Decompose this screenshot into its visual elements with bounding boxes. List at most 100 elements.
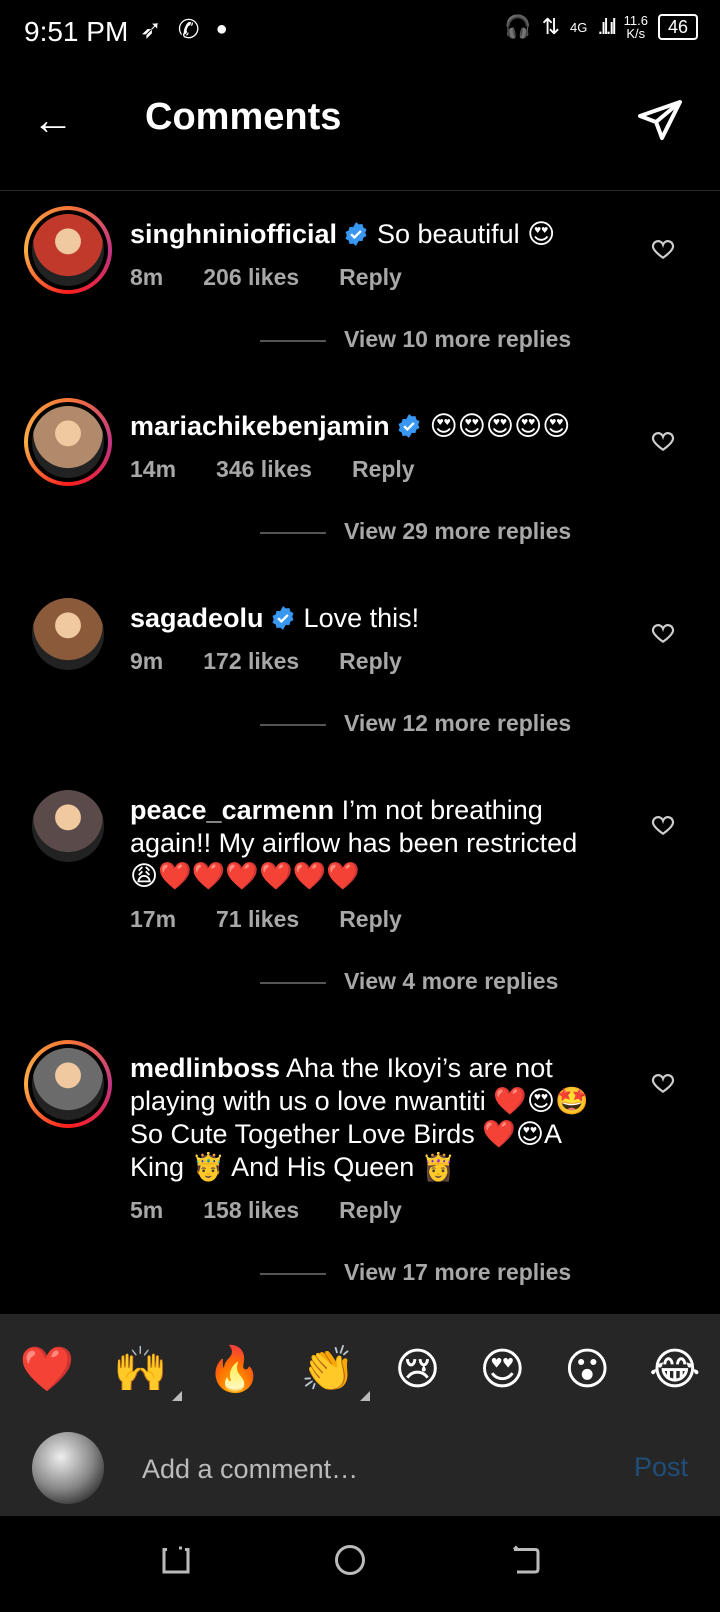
dot-icon: ● [215,18,228,40]
comment-meta: 17m 71 likes Reply [130,903,610,936]
avatar[interactable] [24,1040,112,1128]
comment-body: 😍😍😍😍😍 [429,411,571,441]
emoji-reaction[interactable]: 🙌 [113,1343,183,1401]
emoji-reaction[interactable]: 😍 [479,1344,525,1395]
comment-time: 8m [130,264,164,290]
replies-divider [260,724,326,726]
emoji-reaction[interactable]: 👏 [301,1343,370,1401]
replies-divider [260,532,326,534]
like-heart-icon[interactable] [650,1070,676,1096]
data-arrows-icon: ⇅ [541,14,561,39]
system-nav-bar [0,1516,720,1612]
comment-text: mariachikebenjamin 😍😍😍😍😍 14m 346 likes Re… [130,384,720,486]
avatar-image [32,1048,104,1120]
view-more-replies[interactable]: View 10 more replies [130,324,720,384]
comment-likes[interactable]: 71 likes [216,903,299,936]
emoji-reaction[interactable]: 🔥 [207,1343,262,1395]
comment-item: mariachikebenjamin 😍😍😍😍😍 14m 346 likes Re… [0,384,720,576]
view-more-replies[interactable]: View 17 more replies [130,1257,720,1314]
reply-button[interactable]: Reply [339,903,402,936]
comment-input[interactable] [140,1446,584,1492]
comment-time: 17m [130,906,177,932]
comment-meta: 14m 346 likes Reply [130,453,610,486]
verified-badge-icon [272,606,294,630]
avatar[interactable] [24,398,112,486]
comment-meta: 8m 206 likes Reply [130,261,610,294]
comment-item: sagadeolu Love this! 9m 172 likes Reply V… [0,576,720,768]
view-more-replies[interactable]: View 4 more replies [130,966,720,1026]
recents-icon[interactable] [158,1542,194,1578]
like-heart-icon[interactable] [650,812,676,838]
verified-badge-icon [398,414,420,438]
network-speed: 11.6 K/s [623,13,648,41]
comments-list: singhniniofficial So beautiful 😍 8m 206 l… [0,192,720,1314]
reply-button[interactable]: Reply [352,453,415,486]
replies-divider [260,340,326,342]
comment-likes[interactable]: 206 likes [203,261,299,294]
avatar-image [32,406,104,478]
comment-likes[interactable]: 158 likes [203,1194,299,1227]
comment-time: 9m [130,648,164,674]
view-more-replies-label[interactable]: View 29 more replies [344,518,571,545]
battery-indicator: 46 [657,14,698,40]
home-icon[interactable] [332,1542,368,1578]
view-more-replies-label[interactable]: View 10 more replies [344,326,571,353]
comment-username[interactable]: singhniniofficial [130,219,337,249]
avatar[interactable] [32,790,104,862]
view-more-replies-label[interactable]: View 17 more replies [344,1259,571,1286]
reply-button[interactable]: Reply [339,1194,402,1227]
comment-composer: Post [0,1424,720,1516]
page-title: Comments [145,96,342,138]
reply-button[interactable]: Reply [339,645,402,678]
network-type: 4G [570,19,588,35]
avatar[interactable] [24,206,112,294]
avatar-image [32,598,104,670]
emoji-reaction-bar: ❤️ 🙌 🔥 👏 😢 😍 😮 😂 [0,1314,720,1424]
back-nav-icon[interactable] [508,1542,544,1578]
headphones-icon: 🎧 [504,14,532,39]
post-button[interactable]: Post [634,1452,688,1483]
comment-meta: 5m 158 likes Reply [130,1194,610,1227]
comment-username[interactable]: sagadeolu [130,603,264,633]
status-time: 9:51 PM [24,16,129,47]
comment-likes[interactable]: 172 likes [203,645,299,678]
comment-time: 14m [130,456,177,482]
replies-divider [260,982,326,984]
verified-badge-icon [345,222,367,246]
comment-username[interactable]: peace_carmenn [130,795,334,825]
skin-tone-indicator [359,1391,370,1401]
comment-likes[interactable]: 346 likes [216,453,312,486]
comment-text: sagadeolu Love this! 9m 172 likes Reply [130,576,720,678]
comment-body: So beautiful 😍 [377,219,556,249]
back-arrow-icon[interactable]: ← [32,96,74,144]
avatar[interactable] [32,598,104,670]
comment-text: peace_carmenn I’m not breathing again!! … [130,768,720,936]
comment-text: singhniniofficial So beautiful 😍 8m 206 l… [130,192,720,294]
like-heart-icon[interactable] [650,236,676,262]
app-notification-icon: ➶ [140,14,162,44]
comment-item: peace_carmenn I’m not breathing again!! … [0,768,720,1026]
like-heart-icon[interactable] [650,620,676,646]
emoji-reaction[interactable]: 😮 [564,1344,610,1395]
view-more-replies-label[interactable]: View 4 more replies [344,968,558,995]
emoji-reaction[interactable]: ❤️ [19,1343,74,1395]
comment-item: medlinboss Aha the Ikoyi’s are not playi… [0,1026,720,1314]
comment-username[interactable]: medlinboss [130,1053,280,1083]
send-icon[interactable] [636,96,684,144]
my-avatar [32,1432,104,1504]
replies-divider [260,1273,326,1275]
like-heart-icon[interactable] [650,428,676,454]
skin-tone-indicator [172,1391,183,1401]
emoji-reaction[interactable]: 😢 [395,1344,441,1395]
whatsapp-icon: ✆ [177,14,200,44]
emoji-reaction[interactable]: 😂 [649,1344,700,1395]
view-more-replies[interactable]: View 12 more replies [130,708,720,768]
view-more-replies[interactable]: View 29 more replies [130,516,720,576]
comment-time: 5m [130,1197,164,1223]
view-more-replies-label[interactable]: View 12 more replies [344,710,571,737]
reply-button[interactable]: Reply [339,261,402,294]
signal-icon: .ıl.ıl [597,14,616,39]
comment-item: singhniniofficial So beautiful 😍 8m 206 l… [0,192,720,384]
comment-text: medlinboss Aha the Ikoyi’s are not playi… [130,1026,720,1227]
comment-username[interactable]: mariachikebenjamin [130,411,390,441]
